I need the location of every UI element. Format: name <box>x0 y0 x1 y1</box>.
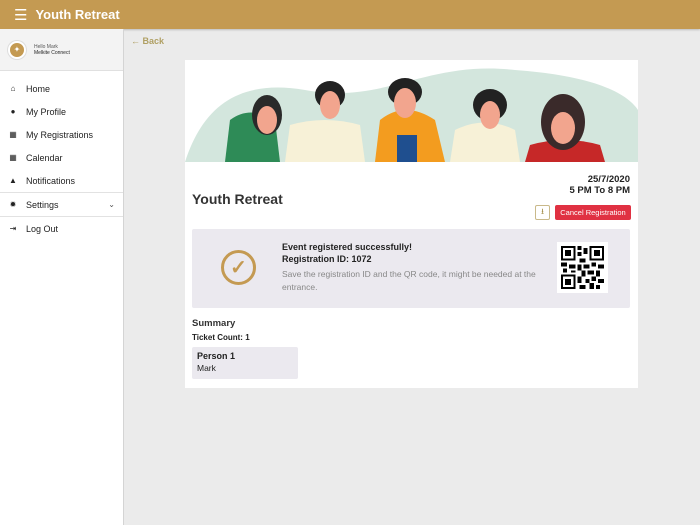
calendar-icon: ▦ <box>9 153 17 162</box>
back-label: Back <box>142 36 165 46</box>
sidebar-item-log-out[interactable]: ⇥ Log Out <box>0 217 123 240</box>
calendar-icon: ▦ <box>9 130 17 139</box>
sidebar-item-label: Log Out <box>26 223 59 234</box>
registration-card: Youth Retreat 25/7/2020 5 PM To 8 PM ⭳ C… <box>185 60 638 388</box>
logout-icon: ⇥ <box>9 224 17 233</box>
sidebar-item-settings[interactable]: ✹ Settings ⌄ <box>0 193 123 216</box>
sidebar: ✦ Hello Mark Melkite Connect ⌂ Home ● My P… <box>0 29 124 525</box>
event-title: Youth Retreat <box>192 191 283 207</box>
sidebar-item-label: Notifications <box>26 175 76 186</box>
app-title: Youth Retreat <box>35 7 120 22</box>
person-name: Mark <box>197 363 216 373</box>
chevron-down-icon: ⌄ <box>108 200 115 209</box>
user-icon: ● <box>10 107 16 116</box>
home-icon: ⌂ <box>10 84 16 93</box>
sidebar-item-label: Calendar <box>26 152 63 163</box>
arrow-left-icon: ← <box>131 36 143 46</box>
sidebar-item-label: Home <box>26 83 51 94</box>
ticket-count: Ticket Count: 1 <box>192 333 250 342</box>
registration-id: Registration ID: 1072 <box>282 254 372 264</box>
bell-icon: ▲ <box>9 176 17 185</box>
sidebar-item-calendar[interactable]: ▦ Calendar <box>0 146 123 169</box>
gear-icon: ✹ <box>9 200 17 209</box>
back-link[interactable]: ← Back <box>131 36 164 46</box>
cancel-registration-button[interactable]: Cancel Registration <box>555 205 631 220</box>
profile-section: ✦ Hello Mark Melkite Connect <box>0 29 123 71</box>
avatar: ✦ <box>8 40 26 59</box>
sidebar-item-my-registrations[interactable]: ▦ My Registrations <box>0 123 123 146</box>
event-datetime: 25/7/2020 5 PM To 8 PM <box>569 174 630 196</box>
qr-code <box>557 242 608 293</box>
sidebar-item-label: My Profile <box>26 106 67 117</box>
save-note: Save the registration ID and the QR code… <box>282 269 536 292</box>
org-name: Melkite Connect <box>34 49 70 56</box>
success-panel: ✓ Event registered successfully! Registr… <box>192 229 630 308</box>
check-circle-icon: ✓ <box>221 250 256 285</box>
sidebar-item-home[interactable]: ⌂ Home <box>0 77 123 100</box>
sidebar-item-label: Settings <box>26 199 59 210</box>
summary-heading: Summary <box>192 318 236 329</box>
person-card: Person 1 Mark <box>192 347 298 379</box>
hamburger-icon[interactable]: ☰ <box>14 6 27 24</box>
download-button[interactable]: ⭳ <box>535 205 550 220</box>
person-label: Person 1 <box>197 351 236 361</box>
app-header: ☰ Youth Retreat <box>0 0 700 29</box>
sidebar-item-label: My Registrations <box>26 129 94 140</box>
event-date: 25/7/2020 <box>587 174 630 185</box>
success-title: Event registered successfully! <box>282 242 413 252</box>
download-icon: ⭳ <box>541 206 544 216</box>
event-banner-image <box>185 60 638 162</box>
sidebar-item-my-profile[interactable]: ● My Profile <box>0 100 123 123</box>
event-time: 5 PM To 8 PM <box>569 185 630 196</box>
sidebar-item-notifications[interactable]: ▲ Notifications <box>0 169 123 192</box>
